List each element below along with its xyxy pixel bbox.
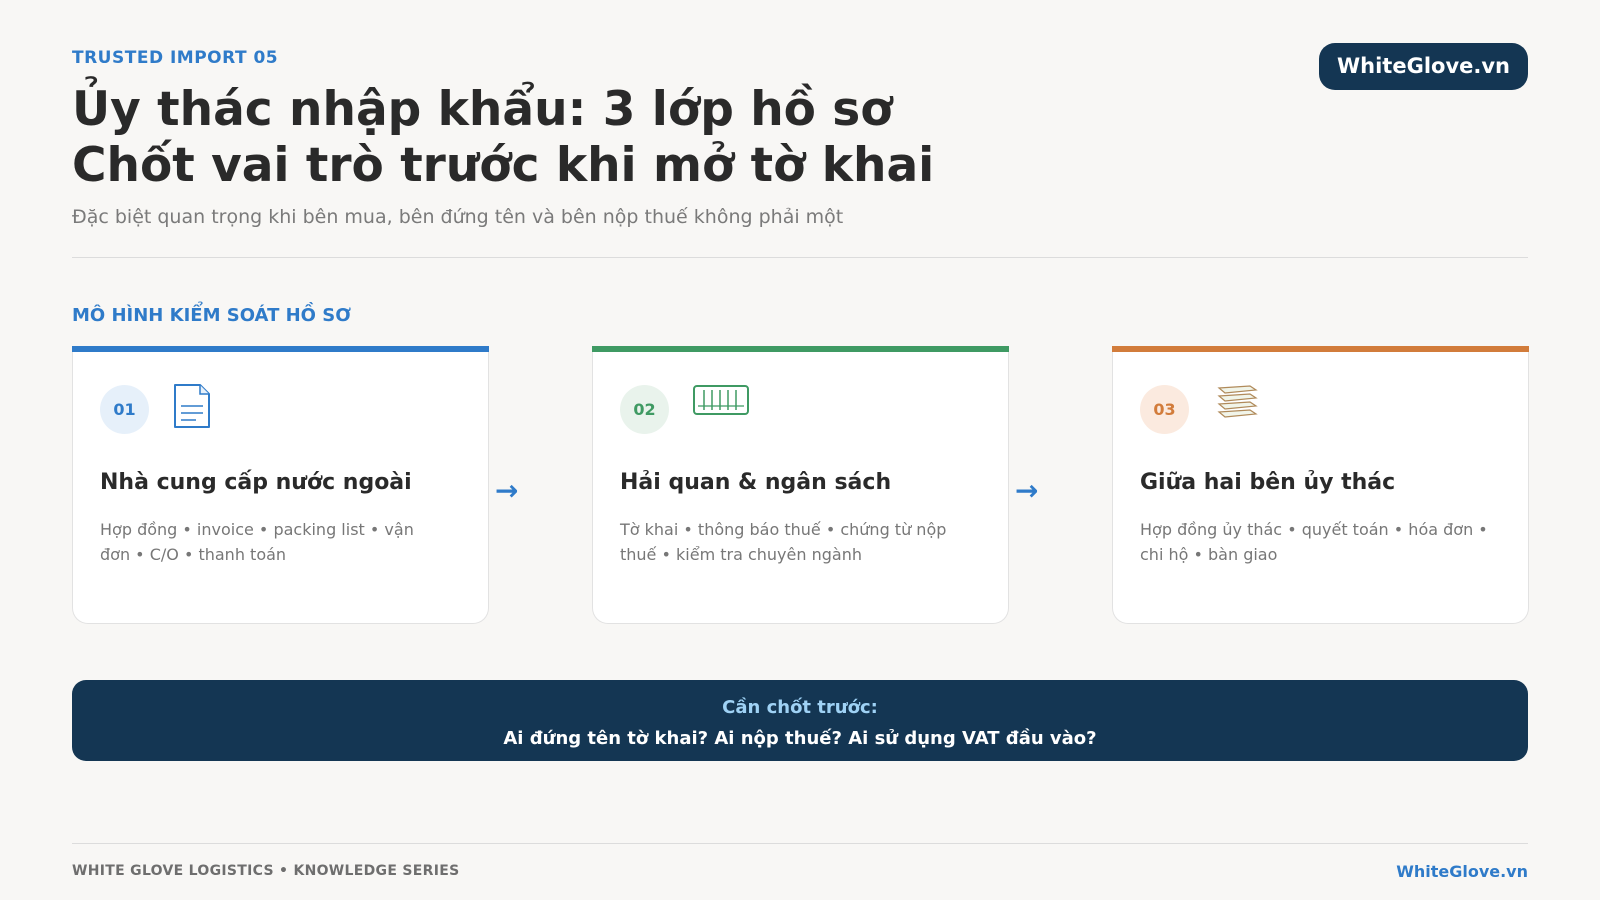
card-accent-bar	[1112, 346, 1529, 352]
title-line-1: Ủy thác nhập khẩu: 3 lớp hồ sơ	[72, 82, 893, 137]
card-description: Hợp đồng • invoice • packing list • vận …	[100, 520, 414, 564]
key-questions-callout: Cần chốt trước: Ai đứng tên tờ khai? Ai …	[72, 680, 1528, 761]
card-title: Giữa hai bên ủy thác	[1140, 470, 1396, 495]
footer-website-link[interactable]: WhiteGlove.vn	[1396, 862, 1528, 881]
eyebrow-label: TRUSTED IMPORT 05	[72, 48, 279, 68]
card-customs-budget: 02 Hải quan & ngân sách Tờ khai • thông …	[592, 346, 1009, 624]
page-subtitle: Đặc biệt quan trọng khi bên mua, bên đứn…	[72, 206, 844, 228]
callout-label: Cần chốt trước:	[722, 697, 878, 718]
page-title: Ủy thác nhập khẩu: 3 lớp hồ sơ Chốt vai …	[72, 82, 934, 194]
step-number-badge: 02	[620, 385, 669, 434]
customs-gate-icon	[692, 384, 750, 422]
brand-badge[interactable]: WhiteGlove.vn	[1318, 43, 1528, 90]
section-label: MÔ HÌNH KIỂM SOÁT HỒ SƠ	[72, 305, 351, 326]
header-divider	[72, 257, 1528, 258]
step-number-badge: 01	[100, 385, 149, 434]
document-icon	[172, 382, 212, 434]
card-title: Hải quan & ngân sách	[620, 470, 892, 495]
card-entrustment-parties: 03 Giữa hai bên ủy thác Hợp đồng ủy thác…	[1112, 346, 1529, 624]
card-description: Hợp đồng ủy thác • quyết toán • hóa đơn …	[1140, 520, 1488, 564]
footer-divider	[72, 843, 1528, 844]
step-number-badge: 03	[1140, 385, 1189, 434]
stacked-papers-icon	[1216, 384, 1260, 424]
card-accent-bar	[72, 346, 489, 352]
flow-arrow-icon: →	[495, 474, 519, 507]
card-description: Tờ khai • thông báo thuế • chứng từ nộp …	[620, 520, 947, 564]
title-line-2: Chốt vai trò trước khi mở tờ khai	[72, 138, 935, 193]
card-foreign-supplier: 01 Nhà cung cấp nước ngoài Hợp đồng • in…	[72, 346, 489, 624]
card-accent-bar	[592, 346, 1009, 352]
flow-arrow-icon: →	[1015, 474, 1039, 507]
footer-series-label: WHITE GLOVE LOGISTICS • KNOWLEDGE SERIES	[72, 863, 460, 879]
card-title: Nhà cung cấp nước ngoài	[100, 470, 412, 495]
callout-text: Ai đứng tên tờ khai? Ai nộp thuế? Ai sử …	[503, 728, 1097, 749]
